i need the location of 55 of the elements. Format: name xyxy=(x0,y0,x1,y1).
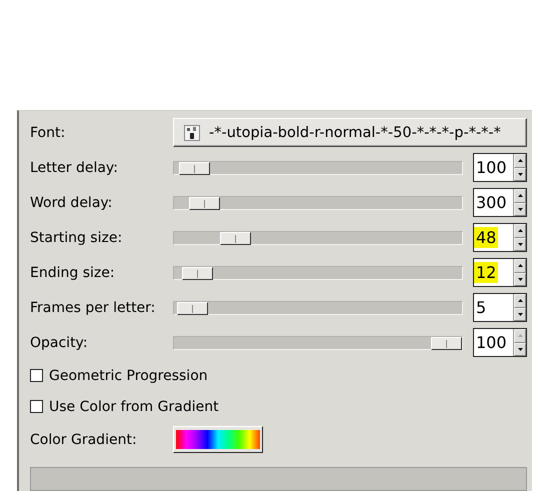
spin-down-button[interactable] xyxy=(514,272,526,286)
checkbox-label[interactable]: Use Color from Gradient xyxy=(49,398,219,414)
field-label: Ending size: xyxy=(30,264,116,280)
field-label: Color Gradient: xyxy=(30,432,138,448)
spin-box[interactable]: 5 xyxy=(473,293,527,322)
slider-thumb[interactable] xyxy=(179,162,210,174)
spin-box[interactable]: 12 xyxy=(473,258,527,287)
spin-up-button[interactable] xyxy=(514,189,526,202)
down-arrow-icon xyxy=(518,172,522,176)
field-label: Letter delay: xyxy=(30,160,119,176)
spin-up-button[interactable] xyxy=(514,259,526,272)
slider[interactable] xyxy=(173,160,463,174)
field-label: Font: xyxy=(30,124,66,140)
slider[interactable] xyxy=(173,230,463,244)
checkbox-label[interactable]: Geometric Progression xyxy=(49,368,208,384)
field-label: Starting size: xyxy=(30,230,124,246)
spin-up-button[interactable] xyxy=(514,224,526,238)
spin-value: 12 xyxy=(474,262,498,283)
slider-thumb[interactable] xyxy=(189,196,220,210)
down-arrow-icon xyxy=(518,278,522,281)
slider-thumb[interactable] xyxy=(220,232,252,244)
gradient-button[interactable] xyxy=(173,426,263,453)
spin-down-button[interactable] xyxy=(514,308,526,321)
down-arrow-icon xyxy=(518,208,522,211)
slider-thumb[interactable] xyxy=(431,336,462,350)
spin-value: 100 xyxy=(476,333,507,352)
spin-box[interactable]: 100 xyxy=(473,153,527,182)
down-arrow-icon xyxy=(518,242,522,246)
spin-value: 5 xyxy=(476,298,486,317)
checkbox[interactable] xyxy=(30,400,43,413)
spin-box[interactable]: 100 xyxy=(473,328,527,357)
spin-down-button[interactable] xyxy=(514,168,526,181)
down-arrow-icon xyxy=(518,348,522,351)
spin-box[interactable]: 48 xyxy=(473,223,527,252)
checkbox[interactable] xyxy=(30,369,43,382)
down-arrow-icon xyxy=(518,312,522,316)
slider-thumb[interactable] xyxy=(176,302,208,314)
spin-down-button[interactable] xyxy=(514,202,526,216)
spin-value: 48 xyxy=(474,227,498,248)
slider[interactable] xyxy=(173,336,463,350)
spin-value: 300 xyxy=(476,193,507,212)
field-label: Opacity: xyxy=(30,334,89,350)
field-label: Word delay: xyxy=(30,194,114,210)
slider[interactable] xyxy=(173,266,463,280)
font-button[interactable]: -*-utopia-bold-r-normal-*-50-*-*-*-p-*-*-* xyxy=(173,118,527,147)
field-label: Frames per letter: xyxy=(30,300,156,316)
slider-thumb[interactable] xyxy=(182,266,213,280)
spin-down-button[interactable] xyxy=(514,342,526,356)
slider[interactable] xyxy=(173,196,463,210)
slider[interactable] xyxy=(173,300,463,314)
spin-down-button[interactable] xyxy=(514,238,526,251)
spin-up-button[interactable] xyxy=(514,294,526,308)
spin-box[interactable]: 300 xyxy=(473,188,527,217)
spin-value: 100 xyxy=(476,158,507,177)
spin-up-button[interactable] xyxy=(514,154,526,168)
